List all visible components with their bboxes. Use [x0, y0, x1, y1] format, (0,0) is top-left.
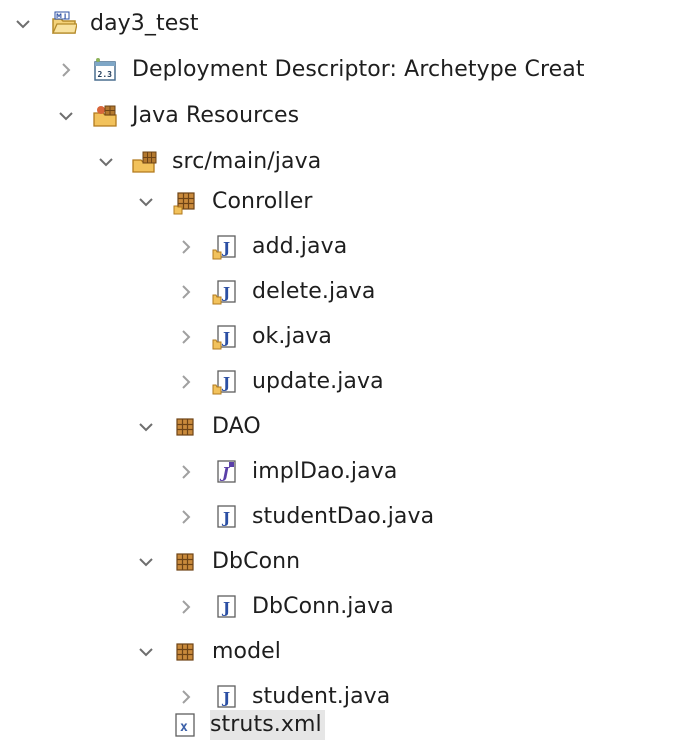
- tree-item-java-file[interactable]: J delete.java: [0, 272, 693, 314]
- tree-item-label: update.java: [252, 369, 384, 394]
- tree-item-java-resources[interactable]: Java Resources: [0, 96, 693, 138]
- deployment-descriptor-icon: 2.3: [94, 58, 116, 81]
- project-folder-icon: M J: [51, 11, 77, 34]
- svg-text:2.3: 2.3: [98, 70, 113, 79]
- tree-item-package[interactable]: Conroller: [0, 182, 693, 224]
- chevron-right-icon[interactable]: [177, 687, 195, 707]
- tree-item-package[interactable]: model: [0, 632, 693, 674]
- package-icon: [176, 418, 194, 436]
- tree-item-label: delete.java: [252, 279, 376, 304]
- tree-item-label: struts.xml: [210, 710, 325, 740]
- tree-item-project[interactable]: M J day3_test: [0, 4, 693, 46]
- chevron-down-icon[interactable]: [137, 642, 155, 662]
- java-file-icon: J: [217, 595, 236, 618]
- tree-item-xml-file[interactable]: x struts.xml: [0, 705, 693, 747]
- tree-item-label: Deployment Descriptor: Archetype Creat: [132, 57, 585, 82]
- chevron-right-icon[interactable]: [177, 597, 195, 617]
- java-interface-file-icon: J: [217, 460, 236, 483]
- xml-file-icon: x: [175, 713, 195, 737]
- tree-item-java-file[interactable]: J studentDao.java: [0, 497, 693, 539]
- tree-item-label: add.java: [252, 234, 348, 259]
- tree-item-label: DbConn.java: [252, 594, 394, 619]
- source-folder-icon: [132, 151, 157, 173]
- package-icon: [176, 553, 194, 571]
- chevron-down-icon[interactable]: [14, 14, 32, 34]
- chevron-right-icon[interactable]: [57, 60, 75, 80]
- project-explorer-tree: M J day3_test 2.3 Deployment Descriptor:…: [0, 0, 693, 747]
- java-file-icon: J: [212, 235, 236, 260]
- tree-item-java-file[interactable]: J ok.java: [0, 317, 693, 359]
- tree-item-label: day3_test: [90, 11, 199, 36]
- java-file-icon: J: [212, 325, 236, 350]
- chevron-right-icon[interactable]: [177, 462, 195, 482]
- svg-text:M J: M J: [56, 13, 66, 20]
- svg-text:J: J: [221, 284, 230, 302]
- tree-item-java-file[interactable]: J implDao.java: [0, 452, 693, 494]
- chevron-right-icon[interactable]: [177, 507, 195, 527]
- svg-text:J: J: [221, 329, 230, 347]
- svg-text:J: J: [221, 599, 230, 617]
- java-resources-icon: [93, 105, 117, 127]
- tree-item-label: src/main/java: [172, 149, 322, 174]
- tree-item-java-file[interactable]: J add.java: [0, 227, 693, 269]
- tree-item-source-folder[interactable]: src/main/java: [0, 142, 693, 184]
- svg-text:J: J: [221, 509, 230, 527]
- tree-item-java-file[interactable]: J update.java: [0, 362, 693, 404]
- tree-item-deployment-descriptor[interactable]: 2.3 Deployment Descriptor: Archetype Cre…: [0, 50, 693, 92]
- java-file-icon: J: [212, 280, 236, 305]
- tree-item-label: DbConn: [212, 549, 301, 574]
- chevron-down-icon[interactable]: [97, 152, 115, 172]
- chevron-right-icon[interactable]: [177, 372, 195, 392]
- chevron-right-icon[interactable]: [177, 237, 195, 257]
- tree-item-label: DAO: [212, 414, 261, 439]
- tree-item-package[interactable]: DAO: [0, 407, 693, 449]
- tree-item-java-file[interactable]: J DbConn.java: [0, 587, 693, 629]
- tree-item-package[interactable]: DbConn: [0, 542, 693, 584]
- chevron-down-icon[interactable]: [137, 192, 155, 212]
- chevron-right-icon[interactable]: [177, 327, 195, 347]
- tree-item-label: ok.java: [252, 324, 332, 349]
- svg-text:J: J: [221, 374, 230, 392]
- svg-text:J: J: [221, 239, 230, 257]
- chevron-down-icon[interactable]: [57, 106, 75, 126]
- tree-item-label: model: [212, 639, 282, 664]
- package-icon: [173, 192, 195, 215]
- java-file-icon: J: [212, 370, 236, 395]
- tree-item-label: Conroller: [212, 189, 313, 214]
- package-icon: [176, 643, 194, 661]
- tree-item-label: implDao.java: [252, 459, 398, 484]
- chevron-right-icon[interactable]: [177, 282, 195, 302]
- chevron-down-icon[interactable]: [137, 417, 155, 437]
- svg-text:x: x: [180, 720, 188, 735]
- java-file-icon: J: [217, 505, 236, 528]
- tree-item-label: Java Resources: [132, 103, 300, 128]
- chevron-down-icon[interactable]: [137, 552, 155, 572]
- tree-item-label: studentDao.java: [252, 504, 435, 529]
